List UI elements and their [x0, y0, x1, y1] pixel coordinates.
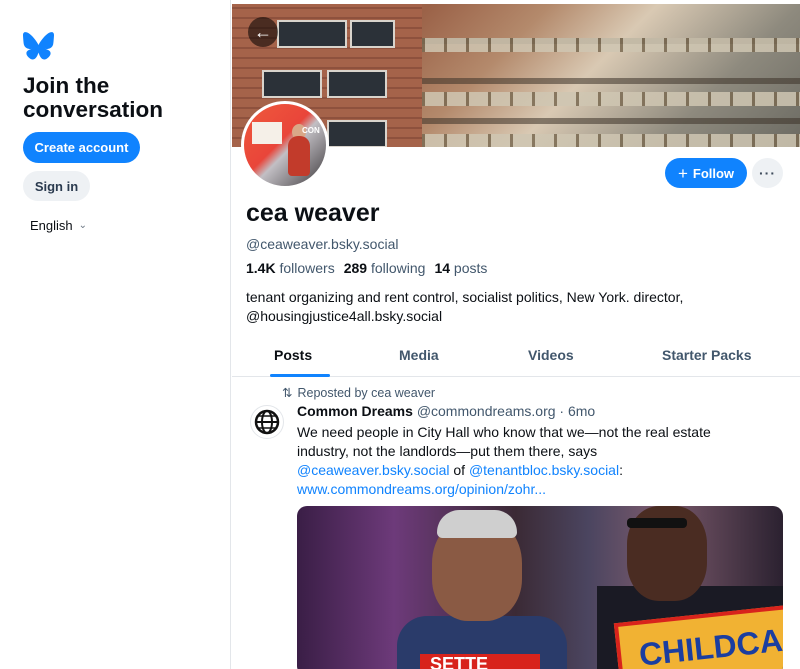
- avatar[interactable]: CON: [241, 101, 329, 189]
- more-dots-icon[interactable]: ···: [752, 158, 783, 188]
- image-person-glasses: [627, 518, 687, 528]
- posts-stat: 14 posts: [434, 260, 487, 276]
- banner-window: [277, 20, 347, 48]
- repost-indicator[interactable]: ⇅ Reposted by cea weaver: [282, 385, 436, 401]
- tab-starter-packs[interactable]: Starter Packs: [662, 347, 752, 363]
- profile-bio: tenant organizing and rent control, soci…: [246, 288, 786, 326]
- following-label: following: [370, 260, 426, 276]
- join-heading-line1: Join the: [23, 73, 110, 98]
- tab-posts[interactable]: Posts: [274, 347, 312, 363]
- post-colon: :: [619, 462, 623, 478]
- post-author-handle[interactable]: @commondreams.org: [417, 403, 556, 419]
- following-stat[interactable]: 289 following: [344, 260, 426, 276]
- post-of-word: of: [449, 462, 469, 478]
- join-heading: Join the conversation: [23, 74, 163, 122]
- left-sidebar: Join the conversation Create account Sig…: [0, 0, 231, 669]
- post-text-line: industry, not the landlords—put them the…: [297, 443, 598, 459]
- profile-handle: @ceaweaver.bsky.social: [246, 236, 399, 252]
- tab-videos[interactable]: Videos: [528, 347, 574, 363]
- globe-icon[interactable]: [250, 405, 284, 439]
- bio-line: tenant organizing and rent control, soci…: [246, 289, 684, 305]
- banner-window: [327, 120, 387, 147]
- chevron-down-icon: ⌄: [78, 220, 88, 231]
- avatar-person: [288, 136, 310, 176]
- sign-in-button[interactable]: Sign in: [23, 171, 90, 201]
- followers-label: followers: [279, 260, 335, 276]
- banner-window: [350, 20, 395, 48]
- create-account-button[interactable]: Create account: [23, 132, 140, 163]
- profile-display-name: cea weaver: [246, 199, 380, 227]
- plus-icon: +: [677, 163, 688, 183]
- following-count: 289: [343, 260, 368, 276]
- post-time[interactable]: · 6mo: [559, 403, 595, 419]
- repost-label: Reposted by cea weaver: [297, 385, 436, 400]
- post-image[interactable]: SETTE CHILDCA: [297, 506, 783, 669]
- posts-label: posts: [453, 260, 488, 276]
- follow-button[interactable]: + Follow: [665, 158, 747, 188]
- post-text-line: We need people in City Hall who know tha…: [297, 424, 711, 440]
- banner-balcony-rail: [422, 134, 800, 147]
- post-text: We need people in City Hall who know tha…: [297, 423, 787, 499]
- profile-stats: 1.4K followers 289 following 14 posts: [246, 260, 487, 276]
- join-heading-line2: conversation: [23, 97, 164, 122]
- avatar-sign: [252, 122, 282, 144]
- post-link[interactable]: www.commondreams.org/opinion/zohr...: [297, 480, 787, 499]
- banner-window: [327, 70, 387, 98]
- language-label: English: [30, 218, 73, 233]
- post-mention[interactable]: @tenantbloc.bsky.social: [469, 462, 619, 478]
- posts-count: 14: [434, 260, 451, 276]
- banner-window: [262, 70, 322, 98]
- profile-main: ← CON + Follow ··· cea weaver @ceaweaver…: [232, 0, 800, 669]
- followers-stat[interactable]: 1.4K followers: [246, 260, 335, 276]
- banner-balcony-rail: [422, 92, 800, 106]
- back-arrow-icon[interactable]: ←: [248, 17, 278, 47]
- post-header: Common Dreams @commondreams.org · 6mo: [297, 403, 595, 419]
- image-sign-red: SETTE: [420, 654, 540, 669]
- language-selector[interactable]: English ⌄: [30, 218, 87, 233]
- followers-count: 1.4K: [246, 260, 276, 276]
- butterfly-logo-icon[interactable]: [23, 32, 54, 60]
- image-person-hair: [437, 510, 517, 538]
- banner-balcony-rail: [422, 38, 800, 52]
- active-tab-indicator: [270, 374, 330, 377]
- post-text-line: @ceaweaver.bsky.social of @tenantbloc.bs…: [297, 461, 787, 480]
- avatar-sign-text: CON: [302, 126, 320, 135]
- bio-mention[interactable]: @housingjustice4all.bsky.social: [246, 307, 786, 326]
- follow-label: Follow: [692, 165, 735, 181]
- repost-icon: ⇅: [282, 386, 293, 400]
- post-author-name[interactable]: Common Dreams: [297, 403, 413, 419]
- profile-tabs: Posts Media Videos Starter Packs: [232, 337, 800, 377]
- post-mention[interactable]: @ceaweaver.bsky.social: [297, 462, 449, 478]
- tab-media[interactable]: Media: [399, 347, 439, 363]
